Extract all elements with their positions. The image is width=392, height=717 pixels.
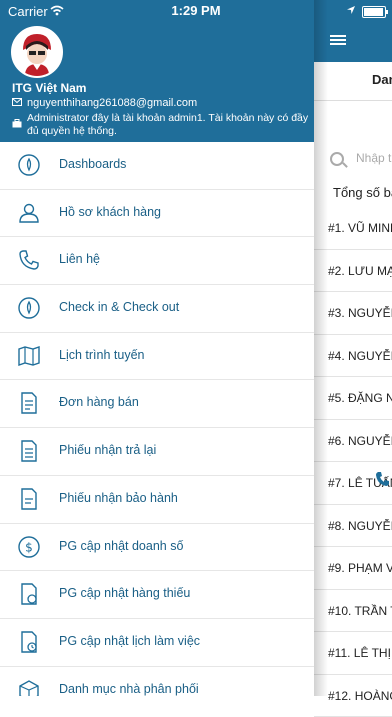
right-total-count: Tổng số bả [333,185,392,200]
profile-description: Administrator đây là tài khoản admin1. T… [12,112,312,140]
list-item-label: #5. ĐẶNG N [328,391,392,405]
menu-item-label: Dashboards [59,157,126,171]
distributor-box-icon [17,678,41,696]
profile-email: nguyenthihang261088@gmail.com [12,97,312,111]
call-phone-icon[interactable] [374,470,392,488]
menu-item-label: PG cập nhật hàng thiếu [59,586,190,600]
list-item-label: #11. LÊ THỊ T [328,646,392,660]
sales-order-icon [17,391,41,415]
svg-text:$: $ [25,540,33,554]
checkin-icon [17,296,41,320]
dashboard-icon [17,153,41,177]
list-item-label: #6. NGUYỄN [328,434,392,448]
menu-item-contacts[interactable]: Liên hệ [0,237,314,285]
menu-item-customer-profile[interactable]: Hồ sơ khách hàng [0,190,314,238]
clock-time: 1:29 PM [0,3,392,18]
phone-icon [17,248,41,272]
list-item-label: #2. LƯU MẠ [328,264,392,278]
menu-item-label: Đơn hàng bán [59,395,139,409]
route-map-icon [17,344,41,368]
search-placeholder: Nhập t [356,151,391,165]
shortage-doc-icon [17,582,41,606]
dollar-coin-icon: $ [17,535,41,559]
list-item-label: #1. VŨ MINH [328,221,392,235]
hamburger-menu-icon[interactable] [330,35,346,45]
list-item-label: #3. NGUYỄN [328,306,392,320]
menu-item-sales-orders[interactable]: Đơn hàng bán [0,380,314,428]
profile-email-text: nguyenthihang261088@gmail.com [27,97,197,109]
menu-item-label: Phiếu nhận trả lại [59,443,156,457]
menu-item-dashboards[interactable]: Dashboards [0,142,314,190]
menu-item-label: PG cập nhật lịch làm việc [59,634,200,648]
battery-icon [362,6,386,18]
status-bar: Carrier 1:29 PM [0,0,392,22]
list-item-label: #10. TRẦN T [328,604,392,618]
profile-description-text: Administrator đây là tài khoản admin1. T… [27,112,312,138]
menu-item-pg-sales[interactable]: $ PG cập nhật doanh số [0,524,314,572]
menu-item-distributors[interactable]: Danh mục nhà phân phối [0,667,314,696]
return-receipt-icon [17,439,41,463]
menu-item-pg-shortage[interactable]: PG cập nhật hàng thiếu [0,571,314,619]
mail-icon [12,98,22,106]
customer-profile-icon [17,201,41,225]
drawer-menu: Dashboards Hồ sơ khách hàng Liên hệ Chec… [0,142,314,696]
right-title-text: Dan [372,72,392,87]
menu-item-label: Hồ sơ khách hàng [59,205,161,219]
navigation-drawer: ITG Việt Nam nguyenthihang261088@gmail.c… [0,0,314,696]
list-item-label: #4. NGUYỄN [328,349,392,363]
drawer-shadow [314,0,328,696]
menu-item-checkin[interactable]: Check in & Check out [0,285,314,333]
avatar[interactable] [11,26,63,78]
menu-item-label: Liên hệ [59,252,100,266]
menu-item-label: Lịch trình tuyến [59,348,144,362]
warranty-receipt-icon [17,487,41,511]
list-item-label: #9. PHẠM VĂ [328,561,392,575]
menu-item-return-receipts[interactable]: Phiếu nhận trả lại [0,428,314,476]
profile-name: ITG Việt Nam [12,81,86,95]
menu-item-label: Phiếu nhận bảo hành [59,491,178,505]
menu-item-route-schedule[interactable]: Lịch trình tuyến [0,333,314,381]
menu-item-warranty-receipts[interactable]: Phiếu nhận bảo hành [0,476,314,524]
menu-item-label: Check in & Check out [59,300,179,314]
menu-item-label: PG cập nhật doanh số [59,539,183,553]
search-icon [330,152,344,166]
briefcase-icon [12,119,22,128]
list-item-label: #8. NGUYỄN [328,519,392,533]
location-arrow-icon [346,5,356,15]
schedule-doc-icon [17,630,41,654]
menu-item-pg-schedule[interactable]: PG cập nhật lịch làm việc [0,619,314,667]
right-search-field[interactable]: Nhập t [330,150,392,170]
avatar-image [13,28,61,76]
menu-item-label: Danh mục nhà phân phối [59,682,199,696]
